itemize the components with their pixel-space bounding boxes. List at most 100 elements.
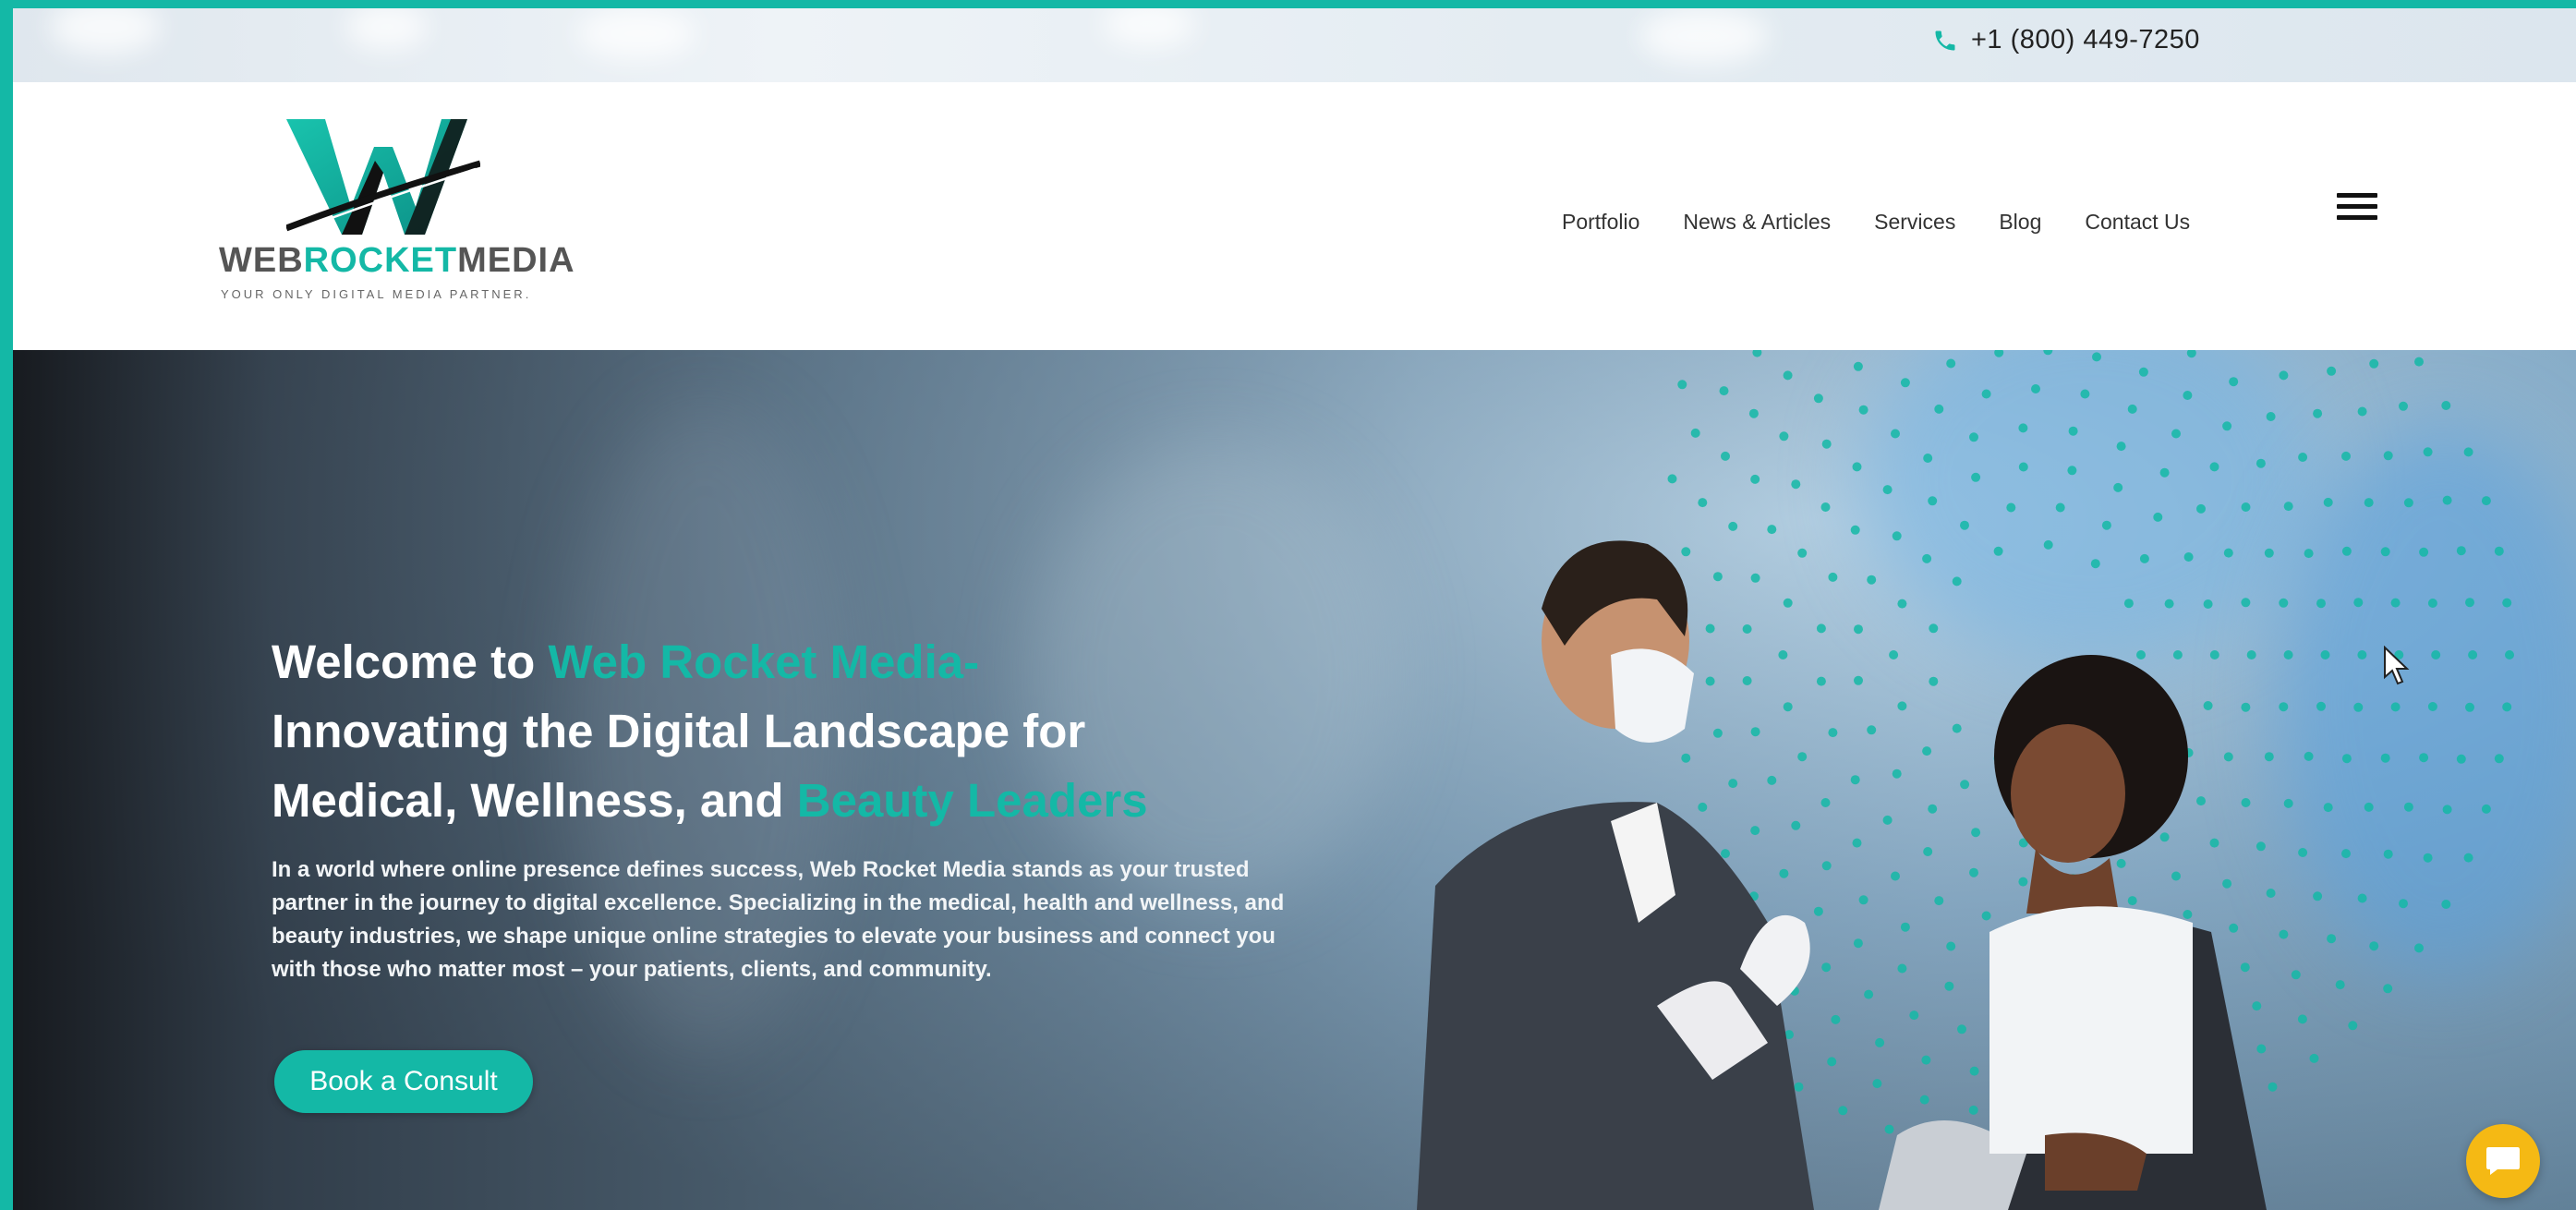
decorative-dot — [2403, 802, 2413, 812]
hamburger-menu-icon[interactable] — [2337, 193, 2377, 224]
decorative-dot — [1858, 405, 1869, 415]
decorative-dot — [2364, 498, 2374, 508]
decorative-dot — [1900, 378, 1910, 388]
nav-item-blog[interactable]: Blog — [1999, 210, 2041, 235]
decorative-dot — [2209, 462, 2219, 472]
decorative-dot — [2171, 429, 2181, 439]
decorative-dot — [2067, 466, 2077, 476]
decorative-dot — [2298, 453, 2308, 462]
chat-widget-button[interactable] — [2466, 1124, 2540, 1198]
decorative-dot — [2369, 358, 2379, 369]
decorative-dot — [2348, 1021, 2358, 1031]
decorative-dot — [1853, 361, 1863, 371]
decorative-dot — [2399, 401, 2408, 411]
decorative-dot — [2357, 406, 2367, 417]
decorative-dot — [1752, 350, 1762, 357]
decorative-dot — [2266, 412, 2276, 421]
decorative-dot — [2357, 650, 2367, 659]
decorative-dot — [2256, 458, 2266, 468]
decorative-dot — [2442, 495, 2452, 505]
nav-item-portfolio[interactable]: Portfolio — [1562, 210, 1639, 235]
web-page: +1 (800) 449-7250 WEBROCKETMEDIA YOUR ON… — [13, 8, 2576, 1210]
decorative-dot — [1748, 408, 1759, 418]
decorative-dot — [1946, 358, 1956, 369]
decorative-dot — [2423, 853, 2433, 863]
decorative-dot — [2423, 447, 2433, 457]
logo-wordmark: WEBROCKETMEDIA — [219, 241, 575, 280]
decorative-dot — [1813, 393, 1823, 404]
decorative-dot — [2419, 753, 2429, 763]
decorative-dot — [1852, 462, 1862, 472]
decorative-dot — [2316, 599, 2326, 609]
decorative-dot — [2357, 893, 2367, 903]
nav-item-contact-us[interactable]: Contact Us — [2085, 210, 2190, 235]
decorative-dot — [2383, 451, 2393, 461]
decorative-dot — [2465, 598, 2474, 608]
phone-number: +1 (800) 449-7250 — [1971, 25, 2200, 54]
decorative-dot — [2341, 451, 2351, 461]
decorative-dot — [1750, 474, 1760, 484]
decorative-dot — [2481, 804, 2491, 814]
decorative-dot — [2222, 421, 2232, 431]
decorative-dot — [2316, 701, 2326, 711]
decorative-dot — [2481, 496, 2491, 506]
decorative-dot — [1690, 428, 1700, 438]
decorative-dot — [2080, 389, 2090, 399]
decorative-dot — [2414, 357, 2424, 367]
decorative-dot — [2279, 370, 2289, 381]
decorative-dot — [2304, 751, 2314, 761]
decorative-dot — [1934, 404, 1944, 414]
decorative-dot — [2505, 650, 2514, 659]
decorative-dot — [2309, 1053, 2319, 1063]
logo-tagline: YOUR ONLY DIGITAL MEDIA PARTNER. — [221, 287, 532, 301]
chat-bubble-icon — [2486, 1147, 2520, 1175]
decorative-dot — [2341, 754, 2352, 764]
book-consult-button[interactable]: Book a Consult — [274, 1050, 533, 1113]
decorative-dot — [2353, 702, 2364, 712]
decorative-dot — [2441, 900, 2451, 909]
decorative-dot — [1677, 380, 1687, 390]
decorative-dot — [2441, 401, 2451, 410]
decorative-dot — [2138, 367, 2148, 377]
decorative-dot — [2502, 598, 2512, 608]
decorative-dot — [2383, 984, 2393, 994]
decorative-dot — [1719, 386, 1729, 396]
decorative-dot — [1791, 479, 1801, 490]
decorative-dot — [2323, 497, 2333, 507]
decorative-dot — [2320, 650, 2330, 659]
decorative-dot — [1923, 454, 1933, 463]
decorative-dot — [2335, 980, 2345, 990]
decorative-dot — [2431, 650, 2441, 659]
decorative-dot — [1981, 389, 1991, 399]
decorative-dot — [2494, 754, 2504, 764]
decorative-dot — [2159, 467, 2170, 478]
hero-description: In a world where online presence defines… — [272, 857, 1285, 982]
site-logo[interactable]: WEBROCKETMEDIA YOUR ONLY DIGITAL MEDIA P… — [205, 119, 574, 313]
decorative-dot — [1969, 432, 1978, 442]
decorative-dot — [2313, 891, 2323, 901]
decorative-dot — [2427, 599, 2437, 608]
decorative-dot — [2031, 384, 2040, 393]
decorative-dot — [2380, 547, 2390, 557]
nav-item-news-articles[interactable]: News & Articles — [1683, 210, 1831, 235]
decorative-dot — [2390, 702, 2401, 712]
decorative-dot — [2186, 350, 2196, 358]
decorative-dot — [1779, 431, 1789, 442]
phone-link[interactable]: +1 (800) 449-7250 — [1932, 25, 2200, 55]
nav-item-services[interactable]: Services — [1874, 210, 1955, 235]
decorative-dot — [2456, 754, 2466, 764]
decorative-dot — [2456, 546, 2466, 556]
decorative-dot — [2463, 853, 2473, 863]
decorative-dot — [2183, 391, 2193, 400]
top-contact-bar: +1 (800) 449-7250 — [13, 8, 2576, 82]
decorative-dot — [1994, 350, 2004, 357]
decorative-dot — [2323, 803, 2333, 813]
decorative-dot — [1721, 451, 1730, 461]
decorative-dot — [2092, 352, 2101, 362]
hero-heading: Welcome to Web Rocket Media- Innovating … — [272, 635, 1148, 827]
decorative-dot — [2364, 802, 2374, 812]
decorative-dot — [1891, 429, 1900, 439]
decorative-dot — [2399, 899, 2408, 909]
decorative-dot — [2068, 426, 2078, 436]
logo-w-mark — [286, 119, 480, 235]
